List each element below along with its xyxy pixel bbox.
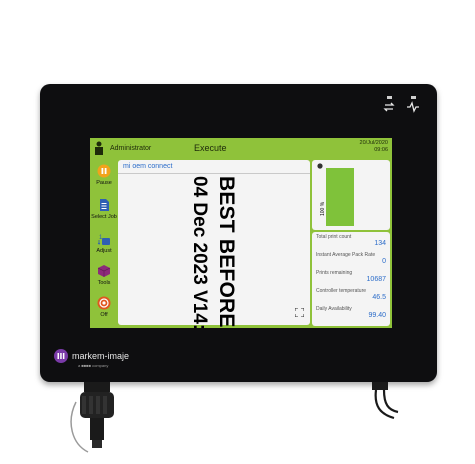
stats-card: Total print count 134 Instant Average Pa…: [312, 232, 390, 326]
off-button[interactable]: Off: [90, 296, 118, 328]
user-name: Administrator: [110, 145, 152, 152]
brand-subtitle: a ■■■■ company: [78, 363, 109, 368]
message-name: mi oem connect: [123, 163, 173, 170]
power-icon: [97, 296, 111, 310]
status-column: 100 % Total print count 134 Instant Aver…: [312, 160, 390, 326]
document-icon: [100, 199, 109, 211]
pause-icon: [97, 164, 111, 178]
pulse-icon: [405, 96, 421, 118]
ink-level-card[interactable]: 100 %: [312, 160, 390, 230]
tools-button[interactable]: Tools: [90, 264, 118, 296]
stat-controller-temperature: Controller temperature 46.5: [316, 288, 386, 301]
stat-value: 134: [374, 240, 386, 247]
date-text: 20/Jul/2020: [359, 140, 388, 146]
stat-pack-rate: Instant Average Pack Rate 0: [316, 252, 386, 265]
brand-name: markem-imaje: [72, 351, 130, 361]
off-label: Off: [100, 312, 108, 318]
adjust-icon: 1: [97, 235, 110, 245]
message-panel: mi oem connect BEST BEFORE 04 Dec 2023 V…: [118, 160, 310, 328]
divider: [118, 173, 310, 174]
adjust-button[interactable]: 1 Adjust: [90, 232, 118, 264]
pause-button[interactable]: Pause: [90, 164, 118, 196]
sidebar: Pause Select Job 1 Adjust Tools Off: [90, 160, 118, 328]
cable-connector: [70, 382, 114, 453]
select-job-button[interactable]: Select Job: [90, 198, 118, 230]
ink-level-label: 100 %: [320, 201, 326, 216]
select-job-label: Select Job: [91, 214, 117, 220]
print-preview-text: BEST BEFORE 04 Dec 2023 V14:32: [178, 176, 242, 328]
mode-title: Execute: [194, 143, 227, 153]
tools-label: Tools: [97, 280, 111, 286]
adjust-label: Adjust: [96, 248, 112, 254]
hardware-status-icons: [381, 96, 421, 118]
brand: markem-imaje a ■■■■ company: [54, 349, 130, 368]
time-text: 09:06: [374, 147, 388, 153]
print-line-1: BEST BEFORE: [215, 176, 238, 328]
print-line-2: 04 Dec 2023 V14:32: [189, 176, 210, 328]
stat-value: 99.40: [368, 312, 386, 319]
sync-led: [386, 96, 392, 99]
touch-screen: Administrator Execute 20/Jul/2020 09:06 …: [90, 138, 392, 328]
datetime: 20/Jul/2020 09:06: [360, 140, 388, 154]
print-preview[interactable]: BEST BEFORE 04 Dec 2023 V14:32: [178, 176, 242, 328]
sync-icon: [381, 96, 397, 118]
ink-drop-icon: [317, 163, 323, 169]
markem-imaje-logo: [54, 349, 68, 363]
user-icon[interactable]: [94, 141, 104, 155]
stat-value: 46.5: [372, 294, 386, 301]
stat-total-print-count: Total print count 134: [316, 234, 386, 247]
stat-value: 0: [382, 258, 386, 265]
power-cable: [372, 382, 399, 420]
stat-prints-remaining: Prints remaining 10687: [316, 270, 386, 283]
top-bar: Administrator Execute 20/Jul/2020 09:06: [90, 138, 392, 160]
tools-cube-icon: [97, 265, 111, 277]
pulse-led: [410, 96, 416, 99]
stat-daily-availability: Daily Availability 99.40: [316, 306, 386, 319]
ink-level-gauge: [326, 168, 354, 226]
fullscreen-icon[interactable]: [295, 308, 304, 317]
pause-label: Pause: [96, 180, 112, 186]
stat-value: 10687: [366, 276, 386, 283]
